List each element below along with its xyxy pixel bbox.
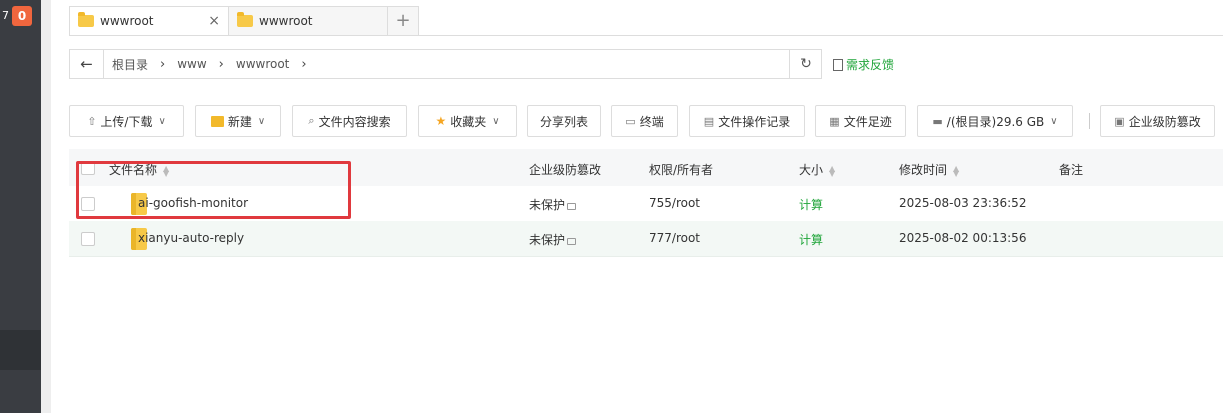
disk-icon: ▬ — [932, 114, 943, 128]
row-checkbox[interactable] — [81, 197, 95, 211]
tab-wwwroot[interactable]: wwwroot — [228, 6, 388, 36]
upload-icon: ⇧ — [87, 114, 97, 128]
breadcrumb-www[interactable]: www — [177, 57, 206, 71]
chevron-down-icon: ∨ — [257, 115, 266, 127]
chevron-right-icon[interactable]: › — [301, 57, 306, 72]
sort-icon: ▲ ▼ — [163, 163, 170, 178]
add-tab-button[interactable]: + — [387, 6, 419, 36]
enterprise-tamper-button[interactable]: ▣ 企业级防篡改 — [1100, 105, 1215, 137]
file-name[interactable]: xianyu-auto-reply — [138, 231, 244, 245]
tab-label: wwwroot — [100, 14, 154, 28]
search-label: 文件内容搜索 — [318, 114, 391, 129]
refresh-button[interactable]: ↻ — [789, 50, 822, 78]
chevron-down-icon: ∨ — [1050, 115, 1058, 127]
favorites-button[interactable]: ★ 收藏夹 ∨ — [418, 105, 517, 137]
tab-divider — [69, 35, 1223, 36]
star-icon: ★ — [435, 114, 447, 128]
close-icon[interactable]: × — [208, 13, 220, 29]
col-tamper: 企业级防篡改 — [529, 163, 602, 177]
new-label: 新建 — [227, 114, 252, 129]
tamper-status[interactable]: 未保护 — [529, 196, 577, 213]
col-mtime[interactable]: 修改时间 ▲ ▼ — [899, 161, 959, 178]
disk-label: /(根目录)29.6 GB — [946, 114, 1045, 129]
lock-icon — [567, 203, 577, 210]
tab-label: wwwroot — [259, 14, 313, 28]
share-list-button[interactable]: 分享列表 — [527, 105, 601, 137]
terminal-icon: ▭ — [625, 114, 636, 128]
size-calc-link[interactable]: 计算 — [799, 231, 823, 248]
toolbar-divider — [1089, 113, 1090, 129]
share-label: 分享列表 — [539, 114, 588, 129]
footprint-label: 文件足迹 — [843, 114, 892, 129]
chevron-down-icon: ∨ — [492, 115, 500, 127]
folder-icon — [78, 12, 94, 27]
col-name[interactable]: 文件名称 ▲ ▼ — [109, 161, 169, 178]
sidebar-number: 7 — [2, 9, 9, 22]
modified-time: 2025-08-03 23:36:52 — [899, 196, 1027, 210]
enterprise-label: 企业级防篡改 — [1128, 114, 1201, 129]
address-bar[interactable]: ← 根目录 › www › wwwroot › — [69, 49, 822, 79]
feedback-icon — [833, 58, 843, 71]
sort-icon: ▲ ▼ — [953, 163, 960, 178]
select-all-checkbox[interactable] — [81, 161, 95, 175]
left-sidebar: 7 0 — [0, 0, 41, 413]
row-checkbox[interactable] — [81, 232, 95, 246]
col-note: 备注 — [1059, 163, 1084, 177]
search-icon: ⌕ — [308, 114, 315, 127]
notification-badge[interactable]: 0 — [12, 6, 32, 26]
col-size[interactable]: 大小 ▲ ▼ — [799, 161, 835, 178]
new-folder-icon — [210, 115, 224, 127]
tab-bar: wwwroot × wwwroot + — [69, 6, 419, 36]
oplog-label: 文件操作记录 — [718, 114, 791, 129]
new-button[interactable]: 新建 ∨ — [195, 105, 281, 137]
lock-icon — [567, 238, 577, 245]
back-button[interactable]: ← — [70, 50, 104, 78]
chevron-right-icon: › — [218, 56, 224, 72]
table-row[interactable]: xianyu-auto-reply 未保护 777/root 计算 2025-0… — [69, 221, 1223, 257]
log-icon: ▤ — [703, 114, 715, 128]
upload-label: 上传/下载 — [100, 114, 153, 129]
size-calc-link[interactable]: 计算 — [799, 196, 823, 213]
breadcrumb-wwwroot[interactable]: wwwroot — [236, 57, 290, 71]
modified-time: 2025-08-02 00:13:56 — [899, 231, 1027, 245]
operation-log-button[interactable]: ▤ 文件操作记录 — [689, 105, 805, 137]
file-manager-panel: wwwroot × wwwroot + ← 根目录 › www › wwwroo… — [51, 0, 1223, 413]
disk-select[interactable]: ▬ /(根目录)29.6 GB ∨ — [917, 105, 1073, 137]
tab-wwwroot-active[interactable]: wwwroot × — [69, 6, 229, 36]
terminal-button[interactable]: ▭ 终端 — [611, 105, 678, 137]
col-perm: 权限/所有者 — [649, 163, 714, 177]
footprint-button[interactable]: ▦ 文件足迹 — [815, 105, 906, 137]
tamper-status[interactable]: 未保护 — [529, 231, 577, 248]
table-header: 文件名称 ▲ ▼ 企业级防篡改 权限/所有者 大小 ▲ ▼ 修改时间 ▲ ▼ 备注 — [69, 149, 1223, 187]
shield-icon: ▣ — [1114, 114, 1125, 128]
sort-icon: ▲ ▼ — [829, 163, 836, 178]
file-name[interactable]: ai-goofish-monitor — [138, 196, 248, 210]
chevron-right-icon: › — [160, 56, 166, 72]
feedback-label: 需求反馈 — [846, 58, 895, 72]
content-search-button[interactable]: ⌕ 文件内容搜索 — [292, 105, 407, 137]
terminal-label: 终端 — [639, 114, 664, 129]
favorites-label: 收藏夹 — [450, 114, 487, 129]
breadcrumb-root[interactable]: 根目录 — [112, 56, 148, 73]
breadcrumb: 根目录 › www › wwwroot › — [112, 56, 319, 73]
sidebar-active-item[interactable] — [0, 330, 41, 370]
chevron-down-icon: ∨ — [158, 115, 166, 127]
permission[interactable]: 777/root — [649, 231, 700, 245]
permission[interactable]: 755/root — [649, 196, 700, 210]
upload-download-button[interactable]: ⇧ 上传/下载 ∨ — [69, 105, 184, 137]
table-row[interactable]: ai-goofish-monitor 未保护 755/root 计算 2025-… — [69, 186, 1223, 222]
feedback-link[interactable]: 需求反馈 — [833, 56, 894, 73]
folder-icon — [237, 12, 253, 27]
calendar-icon: ▦ — [829, 114, 840, 128]
panel-gap — [41, 0, 51, 413]
